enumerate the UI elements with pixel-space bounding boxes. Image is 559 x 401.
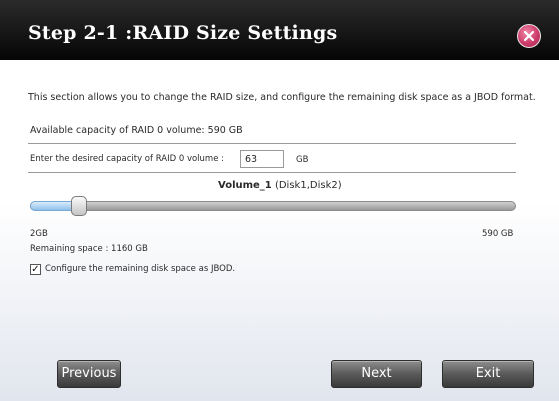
- description-text: This section allows you to change the RA…: [28, 92, 536, 103]
- dialog-titlebar: Step 2-1 :RAID Size Settings: [0, 0, 559, 60]
- jbod-checkbox[interactable]: ✓: [30, 264, 41, 275]
- capacity-unit: GB: [296, 155, 309, 165]
- slider-max-label: 590 GB: [482, 229, 514, 239]
- dialog-title: Step 2-1 :RAID Size Settings: [28, 22, 338, 44]
- slider-min-label: 2GB: [30, 229, 48, 239]
- divider-top: [28, 143, 516, 144]
- close-button[interactable]: [517, 24, 541, 48]
- capacity-input[interactable]: [240, 150, 284, 168]
- available-capacity-text: Available capacity of RAID 0 volume: 590…: [30, 125, 243, 136]
- dialog-content: [0, 60, 559, 401]
- next-button[interactable]: Next: [331, 360, 422, 388]
- exit-button[interactable]: Exit: [442, 360, 534, 388]
- volume-label: Volume_1 (Disk1,Disk2): [218, 180, 342, 191]
- capacity-label: Enter the desired capacity of RAID 0 vol…: [30, 154, 224, 164]
- remaining-space-text: Remaining space : 1160 GB: [30, 244, 148, 254]
- previous-button[interactable]: Previous: [57, 360, 121, 388]
- volume-name: Volume_1: [218, 180, 272, 191]
- close-icon: [523, 30, 535, 42]
- jbod-label: Configure the remaining disk space as JB…: [45, 264, 236, 274]
- divider-bottom: [28, 172, 516, 173]
- volume-disks: (Disk1,Disk2): [271, 180, 342, 191]
- check-icon: ✓: [31, 264, 40, 275]
- capacity-slider-thumb[interactable]: [70, 196, 87, 216]
- capacity-slider-track[interactable]: [30, 201, 516, 211]
